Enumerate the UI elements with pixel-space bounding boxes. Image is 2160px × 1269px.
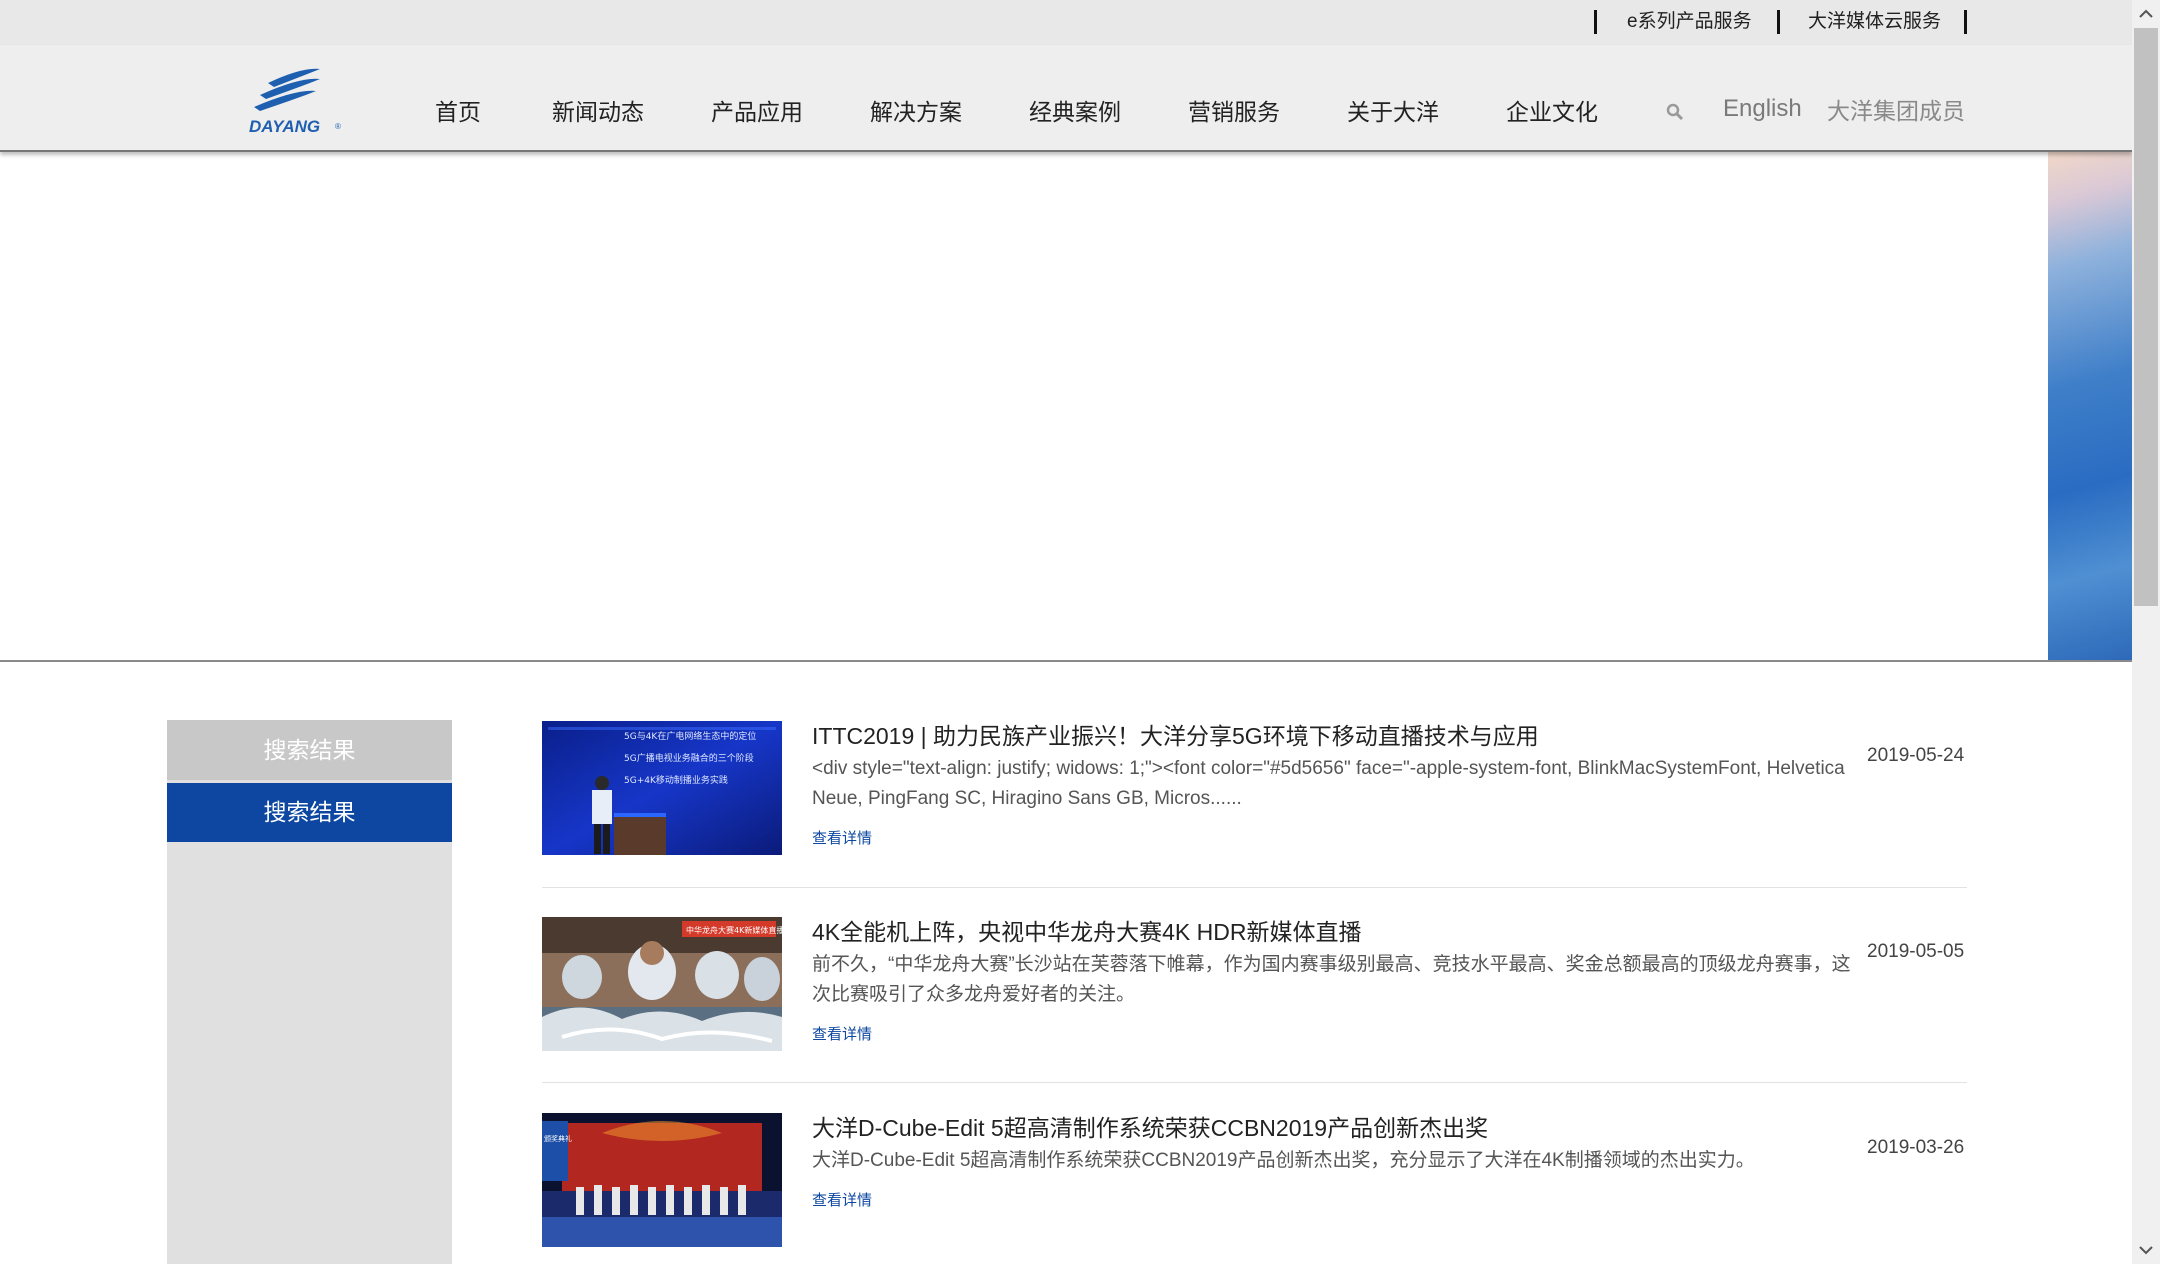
nav-item-culture[interactable]: 企业文化 xyxy=(1506,97,1598,127)
nav-item-products[interactable]: 产品应用 xyxy=(711,97,803,127)
result-description: <div style="text-align: justify; widows:… xyxy=(812,758,1845,809)
result-title[interactable]: 4K全能机上阵，央视中华龙舟大赛4K HDR新媒体直播 xyxy=(812,917,1812,947)
media-cloud-service-link[interactable]: 大洋媒体云服务 xyxy=(1808,8,1941,36)
result-description: 大洋D-Cube-Edit 5超高清制作系统荣获CCBN2019产品创新杰出奖，… xyxy=(812,1150,1755,1171)
sidebar-header: 搜索结果 xyxy=(167,720,452,780)
nav-item-news[interactable]: 新闻动态 xyxy=(552,97,644,127)
view-details-link[interactable]: 查看详情 xyxy=(812,1025,872,1045)
dayang-logo[interactable]: DAYANG ® xyxy=(244,63,354,137)
svg-text:5G+4K移动制播业务实践: 5G+4K移动制播业务实践 xyxy=(624,774,728,786)
sidebar-item-search-results[interactable]: 搜索结果 xyxy=(167,783,452,842)
svg-text:5G与4K在广电网络生态中的定位: 5G与4K在广电网络生态中的定位 xyxy=(624,730,756,742)
result-title[interactable]: 大洋D-Cube-Edit 5超高清制作系统荣获CCBN2019产品创新杰出奖 xyxy=(812,1113,1812,1143)
page: e系列产品服务 大洋媒体云服务 DAYANG ® 首页 新闻动态 产品应用 解决… xyxy=(0,0,2132,1264)
result-date: 2019-03-26 xyxy=(1867,1137,1965,1158)
result-title[interactable]: ITTC2019 | 助力民族产业振兴！大洋分享5G环境下移动直播技术与应用 xyxy=(812,721,1812,751)
result-date: 2019-05-05 xyxy=(1867,941,1965,962)
nav-item-home[interactable]: 首页 xyxy=(435,97,481,127)
result-thumbnail[interactable]: 5G与4K在广电网络生态中的定位 5G广播电视业务融合的三个阶段 5G+4K移动… xyxy=(542,721,782,855)
separator xyxy=(1594,10,1597,34)
scroll-up-icon[interactable] xyxy=(2132,0,2160,28)
svg-text:颁奖典礼: 颁奖典礼 xyxy=(544,1134,572,1143)
separator xyxy=(1964,10,1967,34)
dayang-logo-icon: DAYANG ® xyxy=(249,68,341,136)
result-separator xyxy=(542,1082,1967,1083)
nav-item-solutions[interactable]: 解决方案 xyxy=(870,97,962,127)
sidebar: 搜索结果 搜索结果 xyxy=(167,720,452,1264)
banner xyxy=(0,152,2132,660)
banner-image xyxy=(2048,152,2132,660)
e-series-service-link[interactable]: e系列产品服务 xyxy=(1627,8,1752,36)
result-thumbnail[interactable]: 中华龙舟大赛4K新媒体直播 xyxy=(542,917,782,1051)
result-date: 2019-05-24 xyxy=(1867,745,1965,766)
banner-divider xyxy=(0,660,2132,662)
list-item: 颁奖典礼 大洋D-Cube-Edit 5超高清制作系统荣获CCBN2019产品创… xyxy=(542,1113,1967,1264)
main-navigation: DAYANG ® 首页 新闻动态 产品应用 解决方案 经典案例 营销服务 关于大… xyxy=(0,45,2132,152)
english-link[interactable]: English xyxy=(1723,94,1802,124)
result-separator xyxy=(542,887,1967,888)
list-item: 中华龙舟大赛4K新媒体直播 4K全能机上阵，央视中华龙舟大赛4K HDR新媒体直… xyxy=(542,917,1967,1087)
scroll-down-icon[interactable] xyxy=(2132,1236,2160,1264)
view-details-link[interactable]: 查看详情 xyxy=(812,1191,872,1211)
top-utility-bar: e系列产品服务 大洋媒体云服务 xyxy=(0,0,2132,45)
search-icon[interactable] xyxy=(1663,100,1687,124)
group-member-link[interactable]: 大洋集团成员 xyxy=(1827,96,1965,126)
logo-text: DAYANG xyxy=(249,117,320,136)
scrollbar[interactable] xyxy=(2132,0,2160,1264)
nav-item-about[interactable]: 关于大洋 xyxy=(1347,97,1439,127)
scrollbar-thumb[interactable] xyxy=(2134,28,2158,606)
nav-item-marketing[interactable]: 营销服务 xyxy=(1188,97,1280,127)
result-description: 前不久，“中华龙舟大赛”长沙站在芙蓉落下帷幕，作为国内赛事级别最高、竞技水平最高… xyxy=(812,954,1851,1005)
view-details-link[interactable]: 查看详情 xyxy=(812,829,872,849)
separator xyxy=(1777,10,1780,34)
svg-text:5G广播电视业务融合的三个阶段: 5G广播电视业务融合的三个阶段 xyxy=(624,752,754,764)
svg-text:®: ® xyxy=(335,122,341,131)
result-thumbnail[interactable]: 颁奖典礼 xyxy=(542,1113,782,1247)
nav-item-cases[interactable]: 经典案例 xyxy=(1029,97,1121,127)
list-item: 5G与4K在广电网络生态中的定位 5G广播电视业务融合的三个阶段 5G+4K移动… xyxy=(542,721,1967,891)
svg-text:中华龙舟大赛4K新媒体直播: 中华龙舟大赛4K新媒体直播 xyxy=(686,925,782,935)
